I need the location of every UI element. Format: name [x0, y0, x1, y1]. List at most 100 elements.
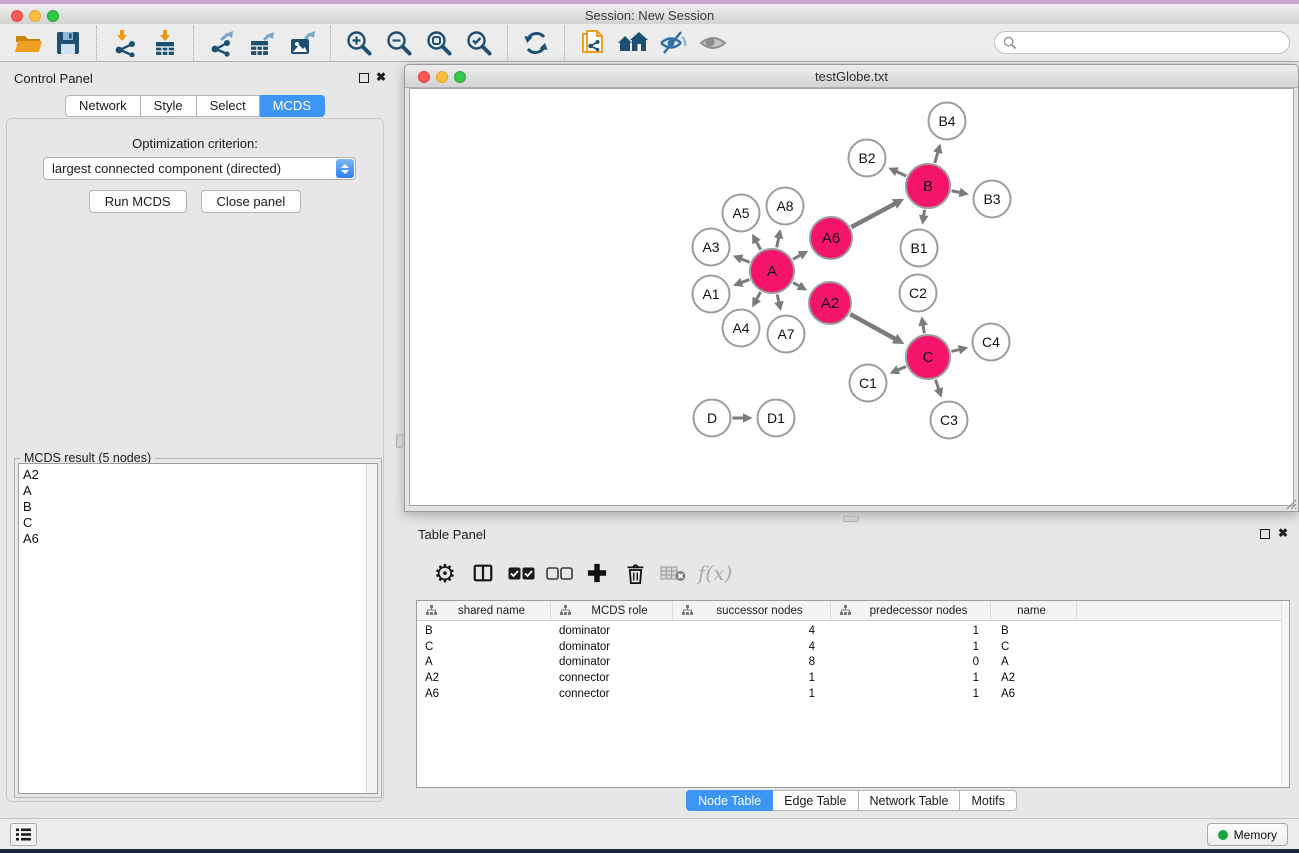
graph-node-C3[interactable]: C3 [931, 402, 968, 439]
tab-mcds[interactable]: MCDS [260, 95, 325, 117]
graph-node-B2[interactable]: B2 [849, 140, 886, 177]
table-cell[interactable]: connector [551, 672, 673, 684]
float-panel-icon[interactable] [359, 73, 369, 83]
memory-button[interactable]: Memory [1207, 823, 1288, 846]
table-cell[interactable]: C [417, 641, 551, 653]
tab-motifs[interactable]: Motifs [960, 790, 1016, 811]
graph-edge[interactable] [752, 292, 761, 307]
run-mcds-button[interactable]: Run MCDS [89, 190, 187, 213]
select-all-button[interactable] [502, 556, 540, 590]
zoom-selected-button[interactable] [459, 26, 499, 60]
table-cell[interactable]: A2 [991, 672, 1077, 684]
table-cell[interactable]: B [991, 625, 1077, 637]
float-panel-icon[interactable] [1260, 529, 1270, 539]
graph-node-B4[interactable]: B4 [929, 103, 966, 140]
column-header-successor-nodes[interactable]: successor nodes [673, 601, 831, 620]
graph-edge[interactable] [934, 380, 943, 398]
optimization-criterion-dropdown[interactable]: largest connected component (directed) [43, 157, 356, 180]
tab-network[interactable]: Network [65, 95, 141, 117]
graph-node-A[interactable]: A [750, 249, 794, 293]
table-cell[interactable]: 1 [831, 641, 991, 653]
table-cell[interactable]: A6 [991, 688, 1077, 700]
search-field[interactable] [994, 31, 1290, 54]
graph-node-A1[interactable]: A1 [693, 276, 730, 313]
search-input[interactable] [1017, 34, 1289, 52]
graph-edge[interactable] [774, 294, 783, 311]
graph-node-A4[interactable]: A4 [723, 310, 760, 347]
result-list-scrollbar[interactable] [366, 464, 377, 793]
graph-edge[interactable] [888, 167, 906, 176]
table-cell[interactable]: 1 [831, 672, 991, 684]
graph-edge[interactable] [851, 199, 904, 227]
zoom-fit-button[interactable] [419, 26, 459, 60]
graph-edge[interactable] [733, 255, 750, 264]
export-network-button[interactable] [202, 26, 242, 60]
graph-node-A7[interactable]: A7 [768, 316, 805, 353]
network-canvas[interactable]: B4B2BB3A8A5A6A3B1AA1C2A2A4A7C4CC1C3DD1 [409, 88, 1294, 506]
table-cell[interactable]: dominator [551, 641, 673, 653]
mcds-result-item[interactable]: A2 [19, 467, 377, 483]
zoom-in-button[interactable] [339, 26, 379, 60]
table-cell[interactable]: 4 [673, 641, 831, 653]
export-table-button[interactable] [242, 26, 282, 60]
table-cell[interactable]: connector [551, 688, 673, 700]
table-scrollbar[interactable] [1281, 601, 1289, 787]
graph-node-A6[interactable]: A6 [810, 217, 852, 259]
add-column-button[interactable] [578, 556, 616, 590]
column-header-shared-name[interactable]: shared name [417, 601, 551, 620]
tab-network-table[interactable]: Network Table [859, 790, 961, 811]
network-window-titlebar[interactable]: testGlobe.txt [405, 65, 1298, 88]
mcds-result-list[interactable]: A2ABCA6 [18, 463, 378, 794]
graph-edge[interactable] [733, 278, 750, 287]
table-row[interactable]: Adominator80A [417, 654, 1289, 670]
close-panel-icon[interactable]: ✖ [1278, 525, 1288, 541]
table-cell[interactable]: 1 [831, 688, 991, 700]
show-columns-button[interactable] [464, 556, 502, 590]
hide-panel-button[interactable] [653, 26, 693, 60]
graph-node-D1[interactable]: D1 [758, 400, 795, 437]
table-cell[interactable]: A2 [417, 672, 551, 684]
table-cell[interactable]: B [417, 625, 551, 637]
tab-edge-table[interactable]: Edge Table [773, 790, 858, 811]
close-panel-icon[interactable]: ✖ [376, 69, 386, 85]
zoom-out-button[interactable] [379, 26, 419, 60]
tab-style[interactable]: Style [141, 95, 197, 117]
resize-grip-icon[interactable] [1284, 497, 1297, 510]
graph-edge[interactable] [850, 314, 904, 344]
graph-node-C4[interactable]: C4 [973, 324, 1010, 361]
mcds-result-item[interactable]: B [19, 499, 377, 515]
graph-edge[interactable] [952, 188, 969, 197]
deselect-all-button[interactable] [540, 556, 578, 590]
tab-select[interactable]: Select [197, 95, 260, 117]
graph-edge[interactable] [774, 229, 783, 247]
table-cell[interactable]: 1 [673, 672, 831, 684]
table-cell[interactable]: A [417, 656, 551, 668]
open-session-button[interactable] [8, 26, 48, 60]
column-header-predecessor-nodes[interactable]: predecessor nodes [831, 601, 991, 620]
graph-node-A5[interactable]: A5 [723, 195, 760, 232]
table-row[interactable]: A2connector11A2 [417, 670, 1289, 686]
table-cell[interactable]: 1 [831, 625, 991, 637]
graph-node-B[interactable]: B [906, 164, 950, 208]
graph-edge[interactable] [752, 234, 761, 250]
close-panel-button[interactable]: Close panel [201, 190, 302, 213]
graph-node-D[interactable]: D [694, 400, 731, 437]
refresh-layout-button[interactable] [516, 26, 556, 60]
table-cell[interactable]: dominator [551, 656, 673, 668]
mcds-result-item[interactable]: A6 [19, 531, 377, 547]
graph-node-C[interactable]: C [906, 335, 950, 379]
graph-node-B1[interactable]: B1 [901, 230, 938, 267]
table-row[interactable]: Cdominator41C [417, 639, 1289, 655]
column-header-name[interactable]: name [991, 601, 1077, 620]
graph-node-C2[interactable]: C2 [900, 275, 937, 312]
split-pane-handle[interactable] [396, 434, 403, 448]
mcds-result-item[interactable]: A [19, 483, 377, 499]
graph-edge[interactable] [793, 251, 808, 260]
save-session-button[interactable] [48, 26, 88, 60]
table-cell[interactable]: 1 [673, 688, 831, 700]
table-cell[interactable]: C [991, 641, 1077, 653]
graph-node-A2[interactable]: A2 [809, 282, 851, 324]
table-row[interactable]: A6connector11A6 [417, 686, 1289, 702]
graph-edge[interactable] [733, 413, 753, 423]
mcds-result-item[interactable]: C [19, 515, 377, 531]
